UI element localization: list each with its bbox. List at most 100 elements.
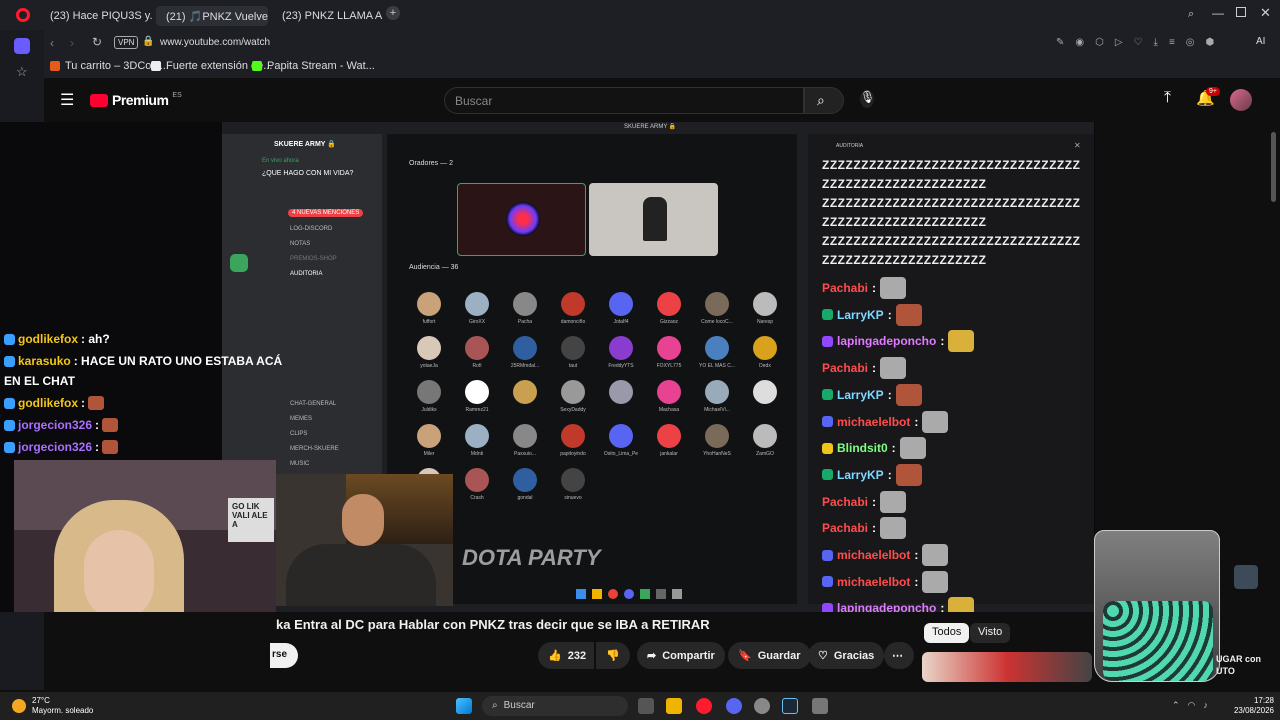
audience-member[interactable]: JotaIf4 (599, 292, 643, 325)
app-icon[interactable] (754, 698, 770, 714)
page-scrollbar[interactable] (1268, 122, 1280, 690)
home-icon[interactable] (14, 38, 30, 54)
recommendation-title[interactable]: UGAR con UTO (1216, 653, 1261, 677)
audience-member[interactable]: taut (551, 336, 595, 369)
channel-item[interactable]: LOG-DISCORD (290, 226, 339, 241)
audience-member[interactable]: Naresp (743, 292, 787, 325)
cube-icon[interactable]: ⬢ (1206, 37, 1215, 48)
tab-1[interactable]: (23) Hace PIQU3S y... (40, 6, 152, 26)
avatar[interactable] (1230, 89, 1252, 111)
audience-member[interactable]: ZamGO (743, 424, 787, 457)
audience-member[interactable]: sinuevo (551, 468, 595, 501)
chat-username[interactable]: LarryKP (837, 468, 884, 482)
audience-member[interactable]: papitoyindo (551, 424, 595, 457)
chat-username[interactable]: Pachabi (822, 521, 868, 535)
channel-item[interactable]: PREMIOS-SHOP (290, 256, 339, 271)
audience-member[interactable]: YO EL MAS C... (695, 336, 739, 369)
channel-item[interactable]: MERCH-SKUERE (290, 446, 339, 461)
chat-username[interactable]: michaelelbot (837, 548, 910, 562)
recommendation-thumbnail[interactable] (922, 652, 1092, 682)
steam-icon[interactable] (782, 698, 798, 714)
audience-member[interactable]: Machasa (647, 380, 691, 413)
extension-icons[interactable]: ✎ ◉ ⬡ ▷ ♡ ⤓ ≡ ◎ ⬢ (1056, 37, 1214, 48)
chat-username[interactable]: Pachabi (822, 495, 868, 509)
clock[interactable]: 17:28 23/08/2026 (1230, 696, 1274, 716)
upload-icon[interactable]: ⤒ (1164, 89, 1171, 107)
audience-member[interactable]: Osito_Lima_Pe (599, 424, 643, 457)
hamburger-menu-icon[interactable]: ☰ (60, 90, 74, 110)
shield-icon[interactable]: ⬡ (1095, 37, 1104, 48)
search-tabs-icon[interactable]: ⌕ (1188, 8, 1194, 21)
download-icon[interactable]: ⤓ (1154, 37, 1158, 48)
audience-member[interactable] (599, 380, 643, 407)
profile-icon[interactable]: ◎ (1186, 37, 1195, 48)
dislike-button[interactable]: 👎 (596, 642, 630, 669)
save-button[interactable]: 🔖 Guardar (728, 642, 811, 669)
ai-button[interactable]: AI (1256, 36, 1265, 47)
chat-username[interactable]: Blindsit0 (837, 441, 888, 455)
audience-member[interactable]: Dedx (743, 336, 787, 369)
audience-member[interactable]: Paxxuio... (503, 424, 547, 457)
audience-member[interactable] (503, 380, 547, 407)
task-view-icon[interactable] (638, 698, 654, 714)
tab-2[interactable]: (21) 🎵PNKZ Vuelve c (156, 6, 268, 26)
close-window-button[interactable]: ✕ (1260, 5, 1271, 21)
more-actions-button[interactable]: ⋯ (884, 642, 914, 669)
audience-member[interactable]: gondal (503, 468, 547, 501)
bookmark-3[interactable]: Papita Stream - Wat... (252, 60, 375, 72)
audience-member[interactable]: Miler (407, 424, 451, 457)
channel-item[interactable]: NOTAS (290, 241, 339, 256)
audience-member[interactable]: GiroXX (455, 292, 499, 325)
reload-icon[interactable]: ↻ (92, 35, 102, 49)
search-input[interactable]: Buscar (444, 87, 804, 114)
chat-username[interactable]: michaelelbot (837, 415, 910, 429)
channel-item[interactable]: CLIPS (290, 431, 339, 446)
close-icon[interactable]: ✕ (1074, 141, 1081, 150)
channel-item[interactable]: AUDITORIA (290, 271, 339, 401)
audience-member[interactable]: damonciño (551, 292, 595, 325)
star-icon[interactable]: ☆ (16, 64, 28, 80)
chip-all[interactable]: Todos (924, 623, 970, 643)
camera-icon[interactable]: ◉ (1075, 37, 1084, 48)
discord-icon[interactable] (726, 698, 742, 714)
vpn-badge[interactable]: VPN (114, 36, 139, 49)
weather-widget[interactable]: 27°C Mayorm. soleado (12, 696, 93, 716)
audience-member[interactable]: Juldiks (407, 380, 451, 413)
chat-username[interactable]: michaelelbot (837, 575, 910, 589)
youtube-logo[interactable]: Premium ES (90, 92, 182, 108)
settings-icon[interactable] (812, 698, 828, 714)
share-button[interactable]: ➦ Compartir (637, 642, 725, 669)
opera-icon[interactable] (696, 698, 712, 714)
chat-username[interactable]: lapingadeponcho (837, 601, 936, 612)
mentions-badge[interactable]: 4 NUEVAS MENCIONES (288, 209, 364, 217)
play-icon[interactable]: ▷ (1115, 37, 1123, 48)
opera-logo-icon[interactable] (16, 8, 30, 22)
subscribe-button[interactable]: rse (270, 643, 298, 668)
menu-icon[interactable]: ≡ (1169, 37, 1175, 48)
thanks-button[interactable]: ♡ Gracias (808, 642, 885, 669)
audience-member[interactable]: Crash (455, 468, 499, 501)
edit-icon[interactable]: ✎ (1056, 37, 1064, 48)
speaker-tile-2[interactable] (589, 183, 718, 256)
chat-username[interactable]: Pachabi (822, 361, 868, 375)
server-icon[interactable] (230, 254, 248, 272)
voice-search-icon[interactable]: 🎙 (860, 90, 875, 108)
scrollbar-thumb[interactable] (1271, 132, 1276, 202)
chat-username[interactable]: Pachabi (822, 281, 868, 295)
channel-item[interactable]: CHAT-GENERAL (290, 401, 339, 416)
chip-seen[interactable]: Visto (970, 623, 1011, 643)
heart-icon[interactable]: ♡ (1134, 37, 1143, 48)
url-field[interactable]: www.youtube.com/watch (160, 37, 270, 48)
audience-member[interactable]: Pacha (503, 292, 547, 325)
audience-member[interactable]: FreddyYTS (599, 336, 643, 369)
search-button[interactable]: ⌕ (804, 87, 844, 114)
minimize-button[interactable]: — (1212, 6, 1224, 20)
audience-member[interactable]: Come locoC... (695, 292, 739, 325)
tab-3[interactable]: (23) PNKZ LLAMA A SU V... (272, 6, 384, 26)
audience-member[interactable]: Ramrez21 (455, 380, 499, 413)
new-tab-button[interactable]: + (386, 6, 400, 20)
audience-member[interactable]: FOXYL775 (647, 336, 691, 369)
forward-icon[interactable]: › (70, 36, 74, 50)
audience-member[interactable]: Rofi (455, 336, 499, 369)
audience-member[interactable]: fuffort (407, 292, 451, 325)
